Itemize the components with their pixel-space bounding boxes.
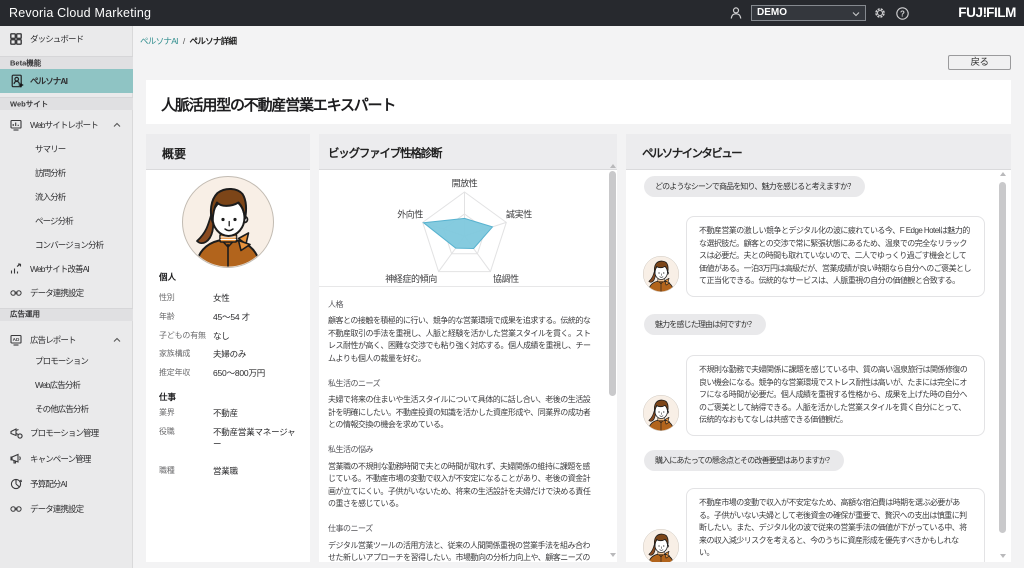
svg-text:AD: AD xyxy=(13,337,20,342)
svg-text:誠実性: 誠実性 xyxy=(506,209,532,220)
svg-text:協調性: 協調性 xyxy=(493,273,519,284)
svg-text:神経症的傾向: 神経症的傾向 xyxy=(385,273,437,284)
svg-text:開放性: 開放性 xyxy=(452,178,478,189)
svg-text:外向性: 外向性 xyxy=(397,209,423,220)
svg-text:?: ? xyxy=(900,9,905,18)
